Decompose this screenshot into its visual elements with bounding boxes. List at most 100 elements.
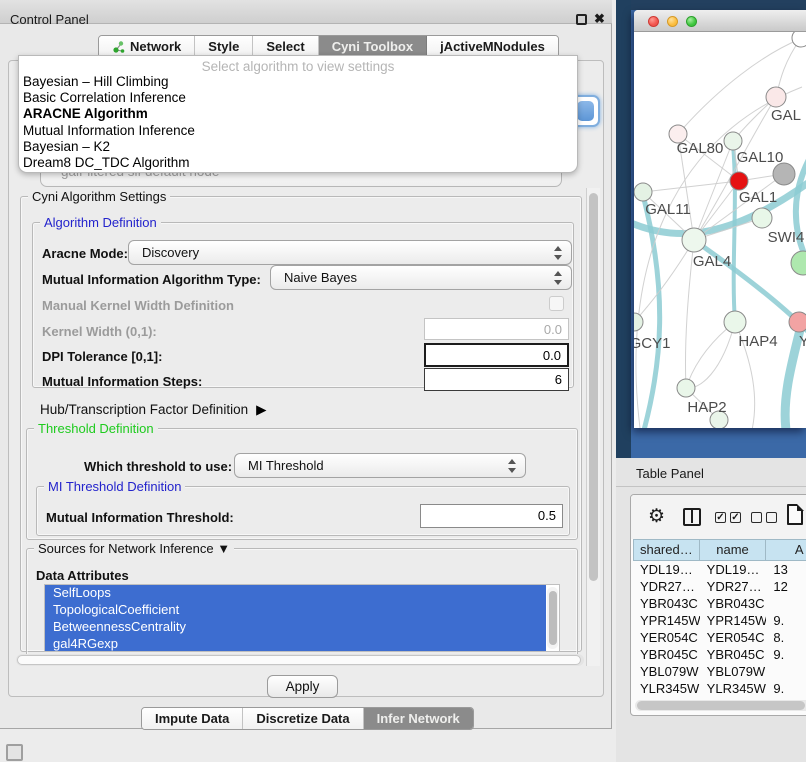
deselect-all-columns-icon[interactable] bbox=[751, 512, 777, 523]
table-panel-title: Table Panel bbox=[636, 466, 704, 481]
cyni-task-tabs: Impute DataDiscretize DataInfer Network bbox=[141, 707, 474, 730]
mi-threshold-group-label: MI Threshold Definition bbox=[44, 479, 185, 494]
network-node bbox=[682, 228, 706, 252]
desktop-left-shadow bbox=[616, 0, 631, 458]
stepper-icon bbox=[508, 459, 516, 473]
panel-grip-icon[interactable] bbox=[6, 744, 23, 761]
network-edge bbox=[686, 322, 735, 388]
list-vertical-scrollbar[interactable] bbox=[547, 587, 558, 649]
tab-select[interactable]: Select bbox=[253, 36, 318, 57]
attribute-list-item[interactable]: gal4RGexp bbox=[45, 636, 546, 652]
manual-kernel-label: Manual Kernel Width Definition bbox=[42, 298, 234, 313]
network-node bbox=[752, 208, 772, 228]
dropdown-item[interactable]: Mutual Information Inference bbox=[19, 123, 577, 139]
tab-jactivemnodules[interactable]: jActiveMNodules bbox=[427, 36, 558, 57]
node-table-frame: ⚙ ✓✓ shared…nameA YDL19…YDL19…13YDR27…YD… bbox=[630, 494, 806, 716]
tab-cyni-toolbox[interactable]: Cyni Toolbox bbox=[319, 36, 427, 57]
window-zoom-icon[interactable] bbox=[686, 16, 697, 27]
table-row[interactable]: YER054CYER054C8. bbox=[633, 629, 806, 646]
attribute-list-item[interactable]: SelfLoops bbox=[45, 585, 546, 602]
data-attributes-list[interactable]: SelfLoopsTopologicalCoefficientBetweenne… bbox=[44, 584, 560, 652]
table-row[interactable]: YPR145WYPR145W9. bbox=[633, 612, 806, 629]
mi-steps-field[interactable]: 6 bbox=[424, 368, 569, 391]
algorithm-definition-label: Algorithm Definition bbox=[40, 215, 161, 230]
node-label: GAL4 bbox=[693, 253, 731, 270]
tab-discretize-data[interactable]: Discretize Data bbox=[243, 708, 363, 729]
window-close-icon[interactable] bbox=[648, 16, 659, 27]
table-toolbar: ⚙ ✓✓ bbox=[631, 495, 806, 539]
select-all-columns-icon[interactable]: ✓✓ bbox=[715, 512, 741, 523]
network-node bbox=[634, 183, 652, 201]
column-header[interactable]: shared… bbox=[633, 539, 700, 561]
sources-group-label[interactable]: Sources for Network Inference ▼ bbox=[34, 541, 234, 556]
dpi-tolerance-field[interactable]: 0.0 bbox=[424, 343, 569, 367]
column-header[interactable]: A bbox=[766, 539, 806, 561]
tab-impute-data[interactable]: Impute Data bbox=[142, 708, 243, 729]
network-canvas[interactable]: GALGAL80GAL10GAL1GAL11SWI4GAL4GCY1HAP4YH… bbox=[634, 32, 806, 428]
node-label: GAL80 bbox=[677, 140, 724, 157]
manual-kernel-checkbox[interactable] bbox=[549, 296, 564, 311]
kernel-width-label: Kernel Width (0,1): bbox=[42, 324, 157, 339]
node-table[interactable]: shared…nameA YDL19…YDL19…13YDR27…YDR27…1… bbox=[633, 539, 806, 714]
desktop-top-shadow bbox=[616, 0, 806, 10]
dropdown-item[interactable]: Bayesian – K2 bbox=[19, 139, 577, 155]
dropdown-item[interactable]: Basic Correlation Inference bbox=[19, 90, 577, 106]
aracne-mode-value: Discovery bbox=[142, 245, 199, 260]
kernel-width-field[interactable]: 0.0 bbox=[424, 318, 569, 340]
apply-button[interactable]: Apply bbox=[267, 675, 338, 698]
node-label: HAP2 bbox=[687, 399, 726, 416]
aracne-mode-label: Aracne Mode: bbox=[42, 246, 128, 261]
network-node bbox=[792, 32, 806, 47]
network-edge bbox=[634, 240, 694, 322]
dropdown-item-list: Bayesian – Hill ClimbingBasic Correlatio… bbox=[19, 74, 577, 171]
attribute-list-item[interactable]: BetweennessCentrality bbox=[45, 619, 546, 636]
node-label: Y bbox=[799, 333, 806, 350]
node-label: HAP4 bbox=[738, 333, 777, 350]
table-row[interactable]: YDR27…YDR27…12 bbox=[633, 578, 806, 595]
columns-icon[interactable] bbox=[683, 508, 701, 526]
table-row[interactable]: YBL079WYBL079W bbox=[633, 663, 806, 680]
mi-steps-label: Mutual Information Steps: bbox=[42, 374, 202, 389]
network-node bbox=[773, 163, 795, 185]
tab-network[interactable]: Network bbox=[99, 36, 195, 57]
mi-threshold-field[interactable]: 0.5 bbox=[420, 504, 563, 528]
table-row[interactable]: YLR345WYLR345W9. bbox=[633, 680, 806, 697]
dropdown-item[interactable]: ARACNE Algorithm bbox=[19, 106, 577, 122]
settings-vertical-scrollbar[interactable] bbox=[586, 188, 600, 666]
new-table-icon[interactable] bbox=[787, 504, 803, 525]
node-label: GCY1 bbox=[634, 335, 670, 352]
window-minimize-icon[interactable] bbox=[667, 16, 678, 27]
settings-horizontal-scrollbar[interactable] bbox=[16, 654, 584, 666]
dropdown-item[interactable]: Dream8 DC_TDC Algorithm bbox=[19, 155, 577, 171]
network-icon bbox=[112, 40, 125, 54]
network-node bbox=[724, 132, 742, 150]
node-label: GAL1 bbox=[739, 189, 777, 206]
dropdown-item[interactable]: Bayesian – Hill Climbing bbox=[19, 74, 577, 90]
which-threshold-combobox[interactable]: MI Threshold bbox=[234, 453, 526, 478]
control-panel-titlebar bbox=[0, 0, 612, 24]
close-icon[interactable]: ✖ bbox=[594, 11, 605, 27]
table-horizontal-scrollbar[interactable] bbox=[635, 700, 806, 711]
column-header[interactable]: name bbox=[700, 539, 767, 561]
table-row[interactable]: YDL19…YDL19…13 bbox=[633, 561, 806, 578]
network-node bbox=[730, 172, 748, 190]
expander-arrow-icon: ▶ bbox=[256, 402, 266, 418]
float-window-icon[interactable] bbox=[576, 14, 587, 25]
aracne-mode-combobox[interactable]: Discovery bbox=[128, 240, 572, 265]
combobox-stepper-icon bbox=[577, 101, 594, 121]
mi-type-label: Mutual Information Algorithm Type: bbox=[42, 272, 261, 287]
table-row[interactable]: YBR043CYBR043C bbox=[633, 595, 806, 612]
application-root: Control Panel ✖ NetworkStyleSelectCyni T… bbox=[0, 0, 806, 762]
network-edge bbox=[686, 322, 735, 388]
tab-infer-network[interactable]: Infer Network bbox=[364, 708, 473, 729]
tab-style[interactable]: Style bbox=[195, 36, 253, 57]
hub-definition-expander[interactable]: Hub/Transcription Factor Definition▶ bbox=[40, 402, 266, 418]
control-panel-title: Control Panel bbox=[10, 12, 89, 27]
attribute-list-item[interactable]: TopologicalCoefficient bbox=[45, 602, 546, 619]
mi-threshold-label: Mutual Information Threshold: bbox=[46, 510, 234, 525]
network-window-titlebar[interactable] bbox=[634, 10, 806, 32]
mi-type-combobox[interactable]: Naive Bayes bbox=[270, 265, 572, 290]
cyni-settings-group-label: Cyni Algorithm Settings bbox=[28, 189, 170, 204]
table-row[interactable]: YBR045CYBR045C9. bbox=[633, 646, 806, 663]
gear-icon[interactable]: ⚙ bbox=[648, 505, 665, 528]
